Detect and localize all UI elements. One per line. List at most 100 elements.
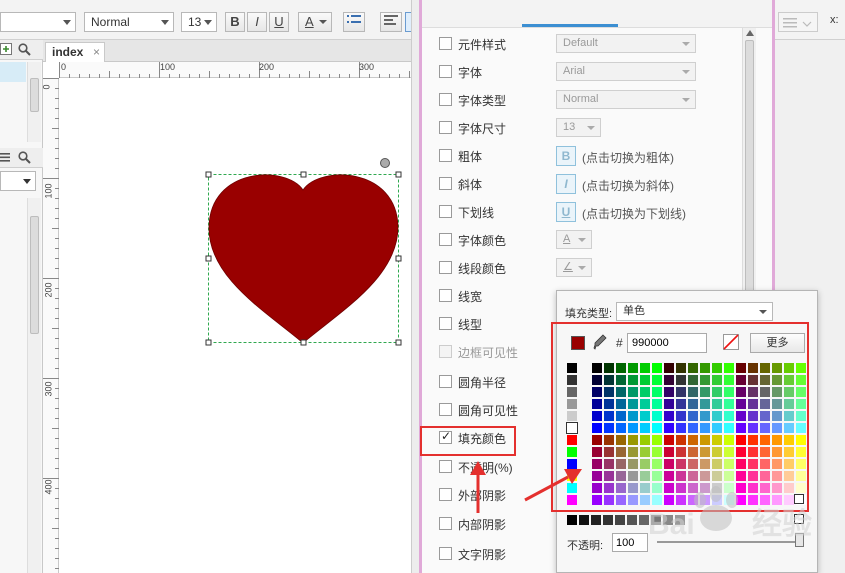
color-swatch[interactable] [627,515,637,525]
prop-checkbox[interactable] [439,233,452,246]
props-scroll-thumb[interactable] [745,40,754,292]
prop-color-glyph: ∠ [563,261,573,273]
prop-label: 元件样式 [458,38,507,52]
prop-label: 圆角可见性 [458,404,519,418]
search-icon[interactable] [18,151,31,164]
color-swatch[interactable] [615,515,625,525]
prop-dropdown[interactable]: Default [556,34,696,53]
prop-row: 字体 Arial [439,62,769,82]
prop-checkbox[interactable] [439,317,452,330]
pages-panel-header [0,40,43,60]
ruler-h-label: 0 [61,62,67,72]
prop-row: 字体颜色 A [439,230,769,250]
selected-page-item[interactable] [0,62,26,82]
heart-shape[interactable] [208,174,399,344]
chevron-up-icon[interactable] [746,30,754,36]
prop-checkbox[interactable] [439,177,452,190]
prop-row: 斜体 I (点击切换为斜体) [439,174,769,194]
prop-row: 下划线 U (点击切换为下划线) [439,202,769,222]
chevron-down-icon [578,238,586,242]
prop-checkbox[interactable] [439,37,452,50]
italic-button[interactable]: I [247,12,267,32]
close-icon[interactable]: × [93,43,100,61]
bold-button[interactable]: B [225,12,245,32]
widgets-scrollbar[interactable] [27,198,41,573]
underline-button[interactable]: U [269,12,289,32]
resize-handle[interactable] [395,339,402,346]
prop-checkbox[interactable] [439,149,452,162]
widgets-scroll-thumb[interactable] [30,216,39,334]
ruler-v-ticks [43,78,59,569]
prop-dropdown[interactable]: Arial [556,62,696,81]
prop-label: 字体尺寸 [458,122,507,136]
ruler-h-label: 300 [359,62,375,72]
prop-checkbox[interactable] [439,547,452,560]
prop-checkbox[interactable] [439,289,452,302]
add-page-icon[interactable] [0,43,12,55]
list-style-select[interactable] [778,12,818,32]
panel-divider[interactable] [411,0,419,573]
prop-checkbox[interactable] [439,93,452,106]
color-swatch[interactable] [591,515,601,525]
font-color-button[interactable]: A [298,12,332,32]
prop-checkbox[interactable] [439,121,452,134]
chevron-down-icon [161,20,169,25]
prop-style-toggle[interactable]: I [556,174,576,194]
prop-checkbox[interactable] [439,345,452,358]
resize-handle[interactable] [205,339,212,346]
prop-checkbox[interactable] [439,488,452,501]
font-style-select[interactable]: Normal [84,12,174,32]
svg-text:Bai: Bai [648,508,695,541]
vertical-ruler: 0 100 200 300 400 [42,78,59,573]
widget-library-select[interactable] [0,171,36,191]
prop-style-toggle[interactable]: B [556,146,576,166]
prop-color-button[interactable]: ∠ [556,258,592,277]
tab-bar: index × [43,40,411,62]
resize-handle[interactable] [300,339,307,346]
prop-label: 线型 [458,318,483,332]
pages-scrollbar[interactable] [27,62,41,142]
font-size-select[interactable]: 13 [181,12,217,32]
pages-scroll-thumb[interactable] [30,78,39,112]
prop-checkbox[interactable] [439,403,452,416]
prop-checkbox[interactable] [439,205,452,218]
menu-icon[interactable] [0,152,10,162]
svg-text:经验: 经验 [752,507,812,541]
ruler-v-label: 200 [43,282,54,298]
prop-label: 文字阴影 [458,548,507,562]
prop-label: 字体颜色 [458,234,507,248]
prop-label: 圆角半径 [458,376,507,390]
prop-checkbox[interactable] [439,375,452,388]
prop-checkbox[interactable] [439,65,452,78]
chevron-down-icon [319,20,327,24]
rotate-handle[interactable] [380,158,390,168]
prop-checkbox[interactable] [439,517,452,530]
canvas-page[interactable] [60,79,411,573]
resize-handle[interactable] [395,255,402,262]
resize-handle[interactable] [300,171,307,178]
font-family-select[interactable] [0,12,76,32]
prop-style-toggle[interactable]: U [556,202,576,222]
prop-checkbox[interactable] [439,261,452,274]
prop-row: 字体类型 Normal [439,90,769,110]
fill-type-select[interactable]: 单色 [616,302,773,321]
prop-row: 粗体 B (点击切换为粗体) [439,146,769,166]
search-icon[interactable] [18,43,31,56]
resize-handle[interactable] [205,255,212,262]
list-style-icon [783,18,812,28]
ruler-h-label: 200 [259,62,275,72]
props-tab-strip [422,0,772,28]
prop-dropdown[interactable]: Normal [556,90,696,109]
resize-handle[interactable] [395,171,402,178]
prop-dropdown[interactable]: 13 [556,118,601,137]
prop-checkbox[interactable] [439,460,452,473]
bullet-list-button[interactable] [343,12,365,32]
arrow-right [524,475,569,502]
prop-dropdown-value: Arial [563,65,586,77]
tab-index[interactable]: index × [45,42,105,62]
align-left-button[interactable] [380,12,402,32]
resize-handle[interactable] [205,171,212,178]
prop-color-button[interactable]: A [556,230,592,249]
color-swatch[interactable] [603,515,613,525]
prop-label: 字体类型 [458,94,507,108]
